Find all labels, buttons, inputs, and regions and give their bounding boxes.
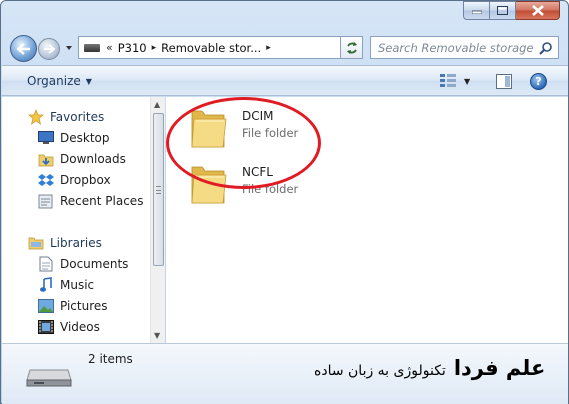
back-button[interactable] bbox=[10, 35, 37, 62]
file-list: DCIM File folder NCFL File folder bbox=[166, 97, 568, 343]
sidebar-group-favorites[interactable]: Favorites bbox=[28, 108, 104, 126]
minimize-icon bbox=[471, 10, 482, 14]
sidebar-item-label: Dropbox bbox=[60, 173, 111, 187]
help-icon[interactable]: ? bbox=[530, 73, 547, 90]
watermark-tagline: تکنولوژی به زبان ساده bbox=[314, 363, 446, 379]
watermark-brand: علم فردا bbox=[453, 356, 546, 380]
sidebar-item-downloads[interactable]: Downloads bbox=[38, 150, 126, 168]
star-icon bbox=[28, 109, 44, 125]
scroll-down-icon[interactable]: ▼ bbox=[154, 331, 160, 340]
sidebar-item-desktop[interactable]: Desktop bbox=[38, 129, 110, 147]
sidebar-item-label: Videos bbox=[60, 320, 100, 334]
downloads-icon bbox=[38, 151, 54, 167]
window-controls bbox=[463, 1, 560, 20]
sidebar-group-label: Favorites bbox=[50, 110, 105, 124]
forward-arrow-icon bbox=[44, 44, 55, 54]
sidebar-item-label: Music bbox=[60, 278, 95, 292]
search-icon[interactable] bbox=[539, 41, 553, 55]
recent-pages-dropdown[interactable] bbox=[64, 43, 74, 53]
refresh-button[interactable] bbox=[340, 36, 363, 59]
breadcrumb-label: P310 bbox=[117, 40, 147, 55]
breadcrumb-separator[interactable]: ▸ bbox=[266, 43, 271, 53]
sidebar-item-label: Documents bbox=[60, 257, 129, 271]
explorer-window: « P310 ▸ Removable stor... ▸ ▼ Search Re… bbox=[0, 0, 569, 404]
maximize-button[interactable] bbox=[490, 1, 516, 20]
navigation-pane: Favorites Desktop Downloads Dropbox Rece… bbox=[2, 97, 150, 343]
watermark: علم فردا تکنولوژی به زبان ساده bbox=[314, 356, 545, 380]
search-box[interactable]: Search Removable storage bbox=[370, 36, 559, 59]
music-icon bbox=[38, 277, 54, 293]
command-bar: Organize ▼ ▼ ? bbox=[2, 65, 568, 96]
highlight-circle bbox=[166, 97, 321, 189]
minimize-button[interactable] bbox=[463, 1, 490, 20]
scroll-up-icon[interactable]: ▲ bbox=[154, 100, 160, 109]
chevron-down-icon: ▼ bbox=[85, 76, 92, 86]
close-button[interactable] bbox=[516, 1, 560, 20]
address-overflow[interactable]: « bbox=[106, 41, 113, 54]
libraries-icon bbox=[28, 235, 44, 251]
sidebar-item-videos[interactable]: Videos bbox=[38, 318, 100, 336]
sidebar-item-documents[interactable]: Documents bbox=[38, 255, 128, 273]
scrollbar-thumb[interactable] bbox=[153, 113, 164, 266]
close-icon bbox=[531, 5, 544, 16]
refresh-icon bbox=[346, 41, 357, 54]
forward-button[interactable] bbox=[38, 38, 60, 60]
navigation-scrollbar[interactable]: ▲ ▼ bbox=[150, 97, 165, 343]
desktop-icon bbox=[38, 130, 54, 146]
sidebar-item-label: Downloads bbox=[60, 152, 126, 166]
organize-label: Organize bbox=[27, 74, 81, 88]
sidebar-group-label: Libraries bbox=[50, 236, 102, 250]
sidebar-item-dropbox[interactable]: Dropbox bbox=[38, 171, 111, 189]
change-view-button[interactable]: ▼ bbox=[440, 74, 470, 88]
sidebar-item-music[interactable]: Music bbox=[38, 276, 94, 294]
videos-icon bbox=[38, 319, 54, 335]
preview-pane-icon[interactable] bbox=[496, 74, 512, 89]
sidebar-item-label: Desktop bbox=[60, 131, 110, 145]
sidebar-item-label: Recent Places bbox=[60, 194, 144, 208]
organize-button[interactable]: Organize ▼ bbox=[27, 74, 92, 88]
address-bar[interactable]: « P310 ▸ Removable stor... ▸ ▼ bbox=[78, 36, 363, 59]
breadcrumb-separator[interactable]: ▸ bbox=[152, 43, 157, 53]
documents-icon bbox=[38, 256, 54, 272]
view-options-icon bbox=[440, 74, 456, 87]
sidebar-item-label: Pictures bbox=[60, 299, 108, 313]
drive-icon bbox=[84, 43, 100, 52]
pictures-icon bbox=[38, 298, 54, 314]
maximize-icon bbox=[497, 6, 508, 15]
chevron-down-icon[interactable]: ▼ bbox=[464, 77, 470, 86]
item-count: 2 items bbox=[88, 352, 133, 366]
sidebar-item-pictures[interactable]: Pictures bbox=[38, 297, 108, 315]
breadcrumb-p310[interactable]: P310 ▸ bbox=[118, 41, 161, 55]
recent-places-icon bbox=[38, 193, 54, 209]
search-input[interactable]: Search Removable storage bbox=[378, 41, 534, 55]
back-arrow-icon bbox=[16, 42, 30, 55]
sidebar-group-libraries[interactable]: Libraries bbox=[28, 234, 102, 252]
dropbox-icon bbox=[38, 172, 54, 188]
breadcrumb-label: Removable stor... bbox=[161, 40, 262, 55]
sidebar-item-recent-places[interactable]: Recent Places bbox=[38, 192, 143, 210]
removable-drive-icon bbox=[26, 369, 72, 387]
breadcrumb-removable-storage[interactable]: Removable stor... ▸ bbox=[161, 41, 276, 55]
